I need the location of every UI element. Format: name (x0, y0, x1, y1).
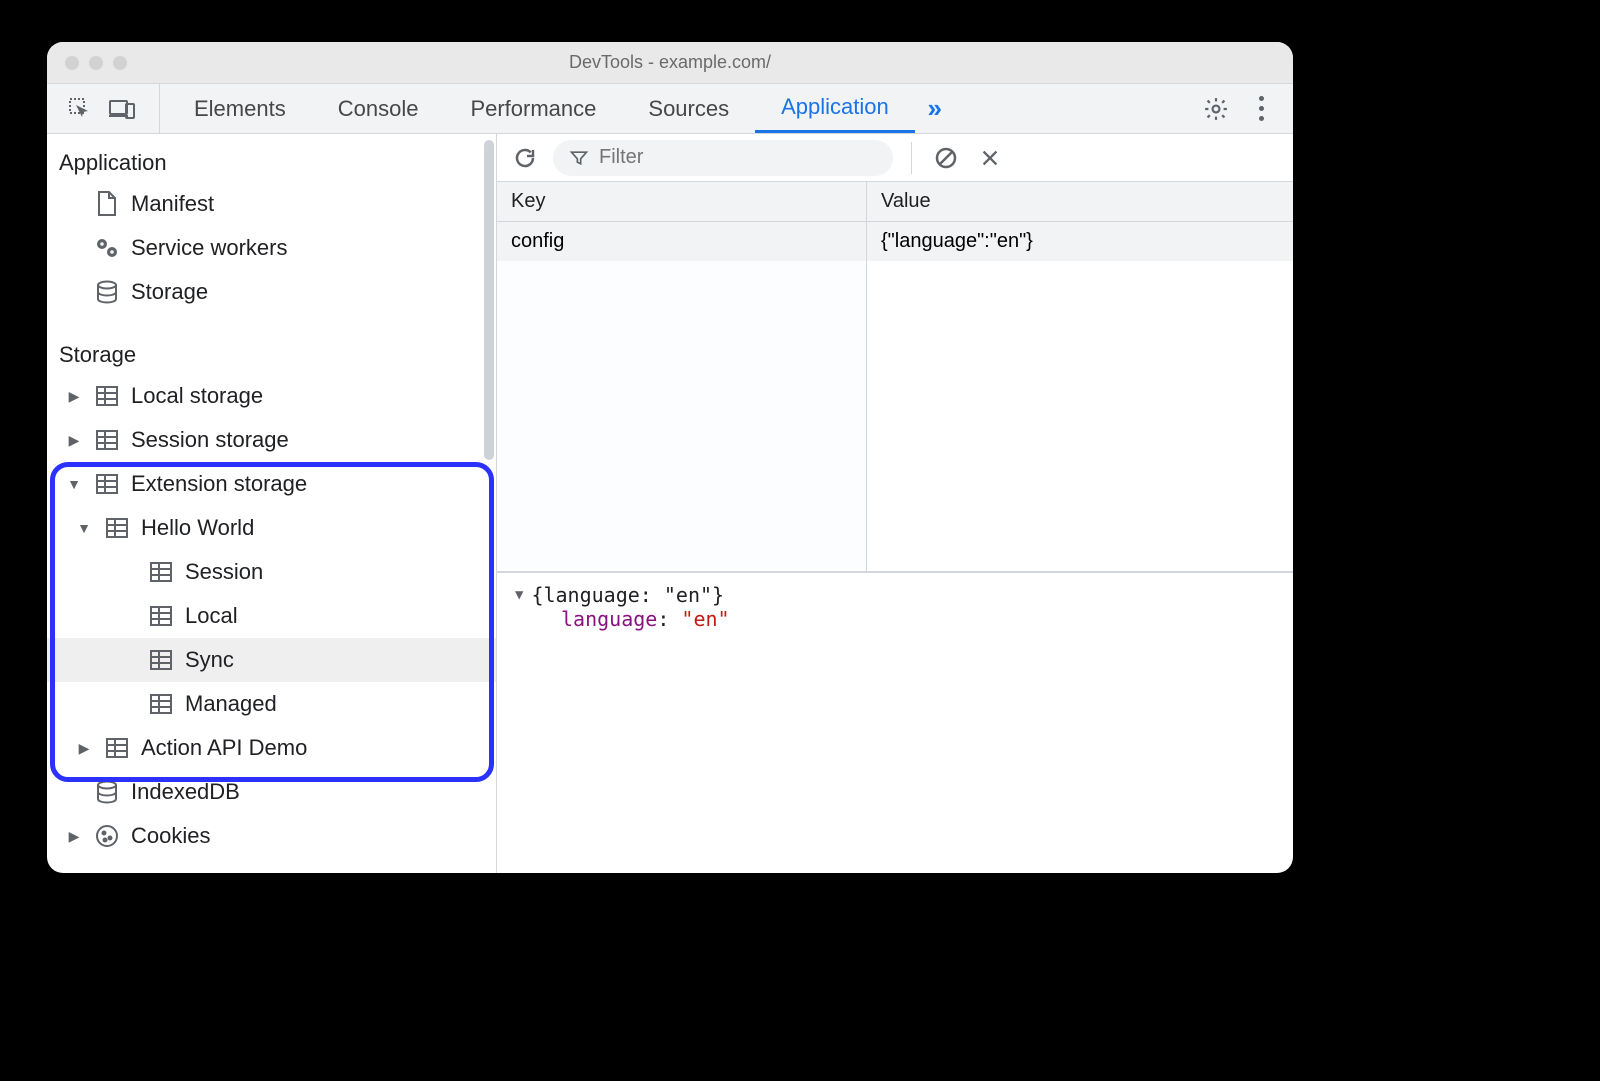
sidebar-item-label: Local storage (131, 383, 263, 409)
scrollbar[interactable] (484, 140, 494, 460)
delete-selected-button[interactable] (974, 142, 1006, 174)
sidebar-item-service-workers[interactable]: ▶ Service workers (47, 226, 496, 270)
sidebar-item-label: Local (185, 603, 238, 629)
sidebar-item-ext-managed[interactable]: Managed (47, 682, 496, 726)
sidebar-item-indexeddb[interactable]: ▶ IndexedDB (47, 770, 496, 814)
clear-all-button[interactable] (930, 142, 962, 174)
window-title: DevTools - example.com/ (47, 52, 1293, 73)
col-key[interactable]: Key (497, 182, 867, 221)
sidebar-item-local-storage[interactable]: ▶ Local storage (47, 374, 496, 418)
value-preview[interactable]: ▼ {language: "en"} language: "en" (497, 572, 1293, 631)
filter-input[interactable] (599, 146, 877, 169)
minimize-dot[interactable] (89, 56, 103, 70)
tabs-bar: Elements Console Performance Sources App… (47, 84, 1293, 134)
sidebar-item-label: IndexedDB (131, 779, 240, 805)
inspect-icon[interactable] (61, 90, 99, 128)
tab-application[interactable]: Application (755, 84, 915, 133)
preview-key: language (561, 607, 657, 631)
table-icon (103, 734, 131, 762)
database-icon (93, 278, 121, 306)
document-icon (93, 190, 121, 218)
chevron-right-icon: ▶ (75, 740, 93, 757)
database-icon (93, 778, 121, 806)
application-sidebar[interactable]: Application ▶ Manifest ▶ Service workers (47, 134, 497, 873)
chevron-right-icon: ▶ (65, 828, 83, 845)
sidebar-item-label: Hello World (141, 515, 254, 541)
sidebar-item-manifest[interactable]: ▶ Manifest (47, 182, 496, 226)
settings-icon[interactable] (1197, 90, 1235, 128)
table-icon (147, 558, 175, 586)
tab-console[interactable]: Console (312, 84, 445, 133)
sidebar-item-label: Sync (185, 647, 234, 673)
section-application: Application (47, 142, 496, 182)
sidebar-item-label: Session storage (131, 427, 289, 453)
sidebar-item-storage-app[interactable]: ▶ Storage (47, 270, 496, 314)
sidebar-item-label: Manifest (131, 191, 214, 217)
sidebar-item-label: Managed (185, 691, 277, 717)
sidebar-item-session-storage[interactable]: ▶ Session storage (47, 418, 496, 462)
cookie-icon (93, 822, 121, 850)
table-row[interactable]: config {"language":"en"} (497, 221, 1293, 261)
storage-toolbar (497, 134, 1293, 182)
sidebar-item-label: Cookies (131, 823, 210, 849)
chevron-right-icon: ▶ (65, 432, 83, 449)
table-icon (147, 690, 175, 718)
storage-table[interactable]: Key Value config {"language":"en"} (497, 182, 1293, 572)
gears-icon (93, 234, 121, 262)
sidebar-item-cookies[interactable]: ▶ Cookies (47, 814, 496, 858)
sidebar-item-ext-session[interactable]: Session (47, 550, 496, 594)
tab-sources[interactable]: Sources (622, 84, 755, 133)
tab-performance[interactable]: Performance (444, 84, 622, 133)
sidebar-item-label: Extension storage (131, 471, 307, 497)
chevron-down-icon: ▼ (75, 520, 93, 536)
sidebar-item-label: Session (185, 559, 263, 585)
table-icon (103, 514, 131, 542)
sidebar-item-ext-sync[interactable]: Sync (47, 638, 496, 682)
chevron-right-icon: ▶ (65, 388, 83, 405)
filter-field[interactable] (553, 140, 893, 176)
kebab-menu-icon[interactable] (1249, 96, 1273, 121)
table-icon (93, 470, 121, 498)
sidebar-item-label: Service workers (131, 235, 287, 261)
sidebar-item-label: Action API Demo (141, 735, 307, 761)
section-storage: Storage (47, 334, 496, 374)
more-tabs-button[interactable]: » (915, 84, 955, 133)
col-value[interactable]: Value (867, 182, 1293, 221)
chevron-down-icon: ▼ (65, 476, 83, 492)
devtools-window: DevTools - example.com/ Elements Consol (47, 42, 1293, 873)
sidebar-item-action-api-demo[interactable]: ▶ Action API Demo (47, 726, 496, 770)
preview-summary: {language: "en"} (531, 583, 724, 607)
main-pane: Key Value config {"language":"en"} ▼ {la… (497, 134, 1293, 873)
zoom-dot[interactable] (113, 56, 127, 70)
table-icon (93, 426, 121, 454)
sidebar-item-hello-world[interactable]: ▼ Hello World (47, 506, 496, 550)
refresh-button[interactable] (509, 142, 541, 174)
sidebar-item-label: Storage (131, 279, 208, 305)
sidebar-item-ext-local[interactable]: Local (47, 594, 496, 638)
panel-tabs: Elements Console Performance Sources App… (168, 84, 915, 133)
tab-elements[interactable]: Elements (168, 84, 312, 133)
cell-value[interactable]: {"language":"en"} (867, 222, 1293, 261)
sidebar-item-extension-storage[interactable]: ▼ Extension storage (47, 462, 496, 506)
table-icon (147, 646, 175, 674)
table-icon (147, 602, 175, 630)
cell-key[interactable]: config (497, 222, 867, 261)
chevron-down-icon[interactable]: ▼ (515, 587, 523, 603)
device-toolbar-icon[interactable] (103, 90, 141, 128)
title-bar: DevTools - example.com/ (47, 42, 1293, 84)
table-header: Key Value (497, 182, 1293, 221)
close-dot[interactable] (65, 56, 79, 70)
preview-value: "en" (681, 607, 729, 631)
traffic-lights[interactable] (65, 56, 127, 70)
table-icon (93, 382, 121, 410)
filter-icon (569, 148, 589, 168)
